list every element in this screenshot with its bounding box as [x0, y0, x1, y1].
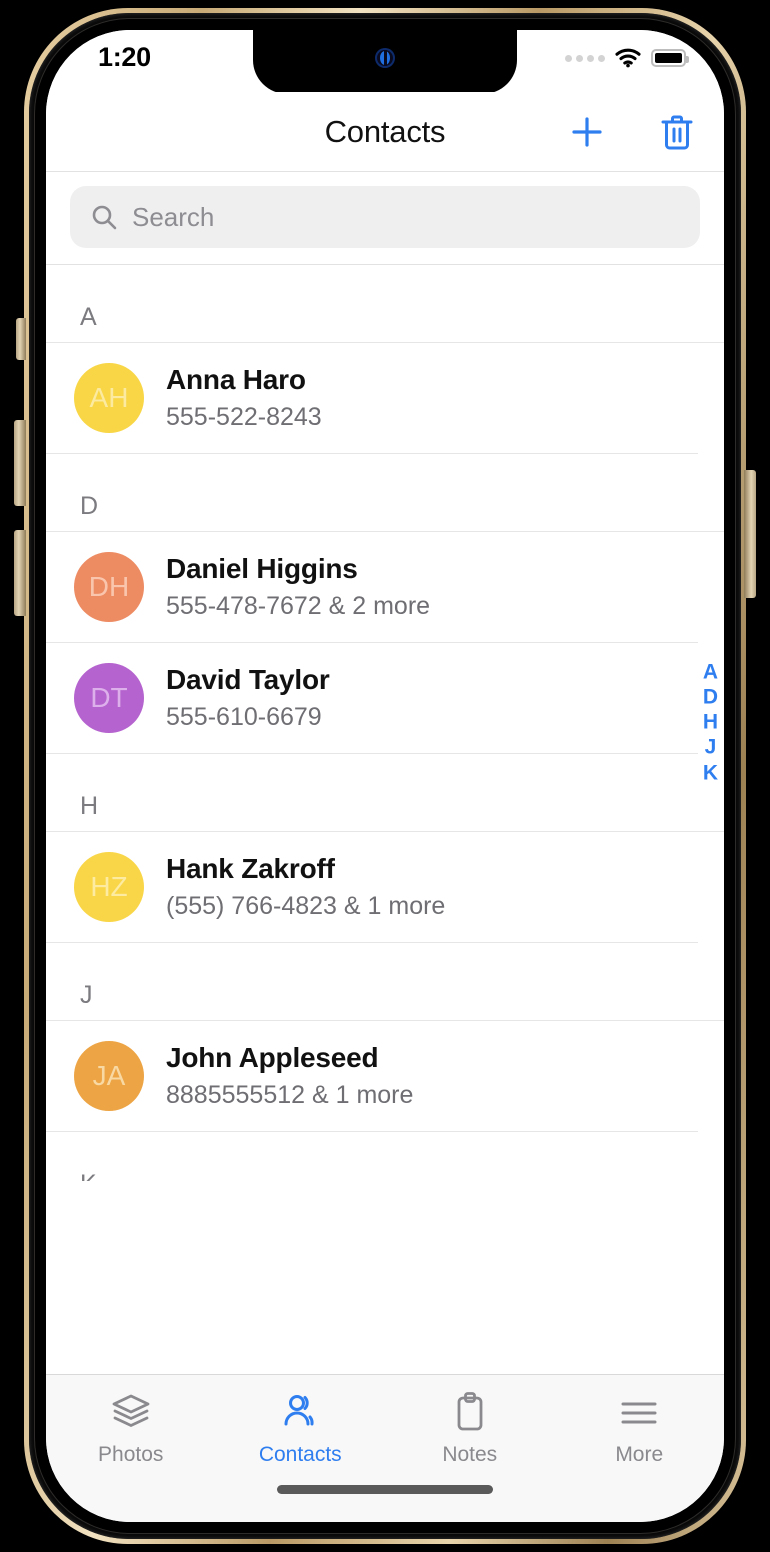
- clipboard-icon: [450, 1389, 490, 1435]
- contacts-icon: [278, 1389, 322, 1435]
- volume-down-button[interactable]: [14, 530, 26, 616]
- battery-icon: [651, 49, 689, 67]
- tab-label: Photos: [98, 1443, 164, 1466]
- search-icon: [92, 205, 117, 230]
- alpha-index-letter[interactable]: J: [705, 736, 717, 760]
- tab-bar: Photos Contacts Notes More: [46, 1374, 724, 1522]
- signal-dots-icon: [565, 54, 605, 62]
- search-container: Search: [46, 172, 724, 265]
- alpha-index-letter[interactable]: K: [703, 761, 718, 785]
- wifi-icon: [615, 48, 641, 68]
- search-placeholder: Search: [132, 201, 215, 232]
- silence-switch-button[interactable]: [16, 318, 26, 360]
- contact-detail: 555-478-7672 & 2 more: [166, 592, 431, 620]
- status-bar-time: 1:20: [98, 42, 151, 72]
- tab-label: More: [615, 1443, 664, 1466]
- section-header: H: [46, 754, 724, 832]
- avatar: AH: [74, 363, 144, 433]
- contact-row[interactable]: AH Anna Haro 555-522-8243: [46, 343, 698, 454]
- power-button[interactable]: [744, 470, 756, 598]
- contact-detail: 555-522-8243: [166, 403, 322, 431]
- status-bar: 1:20: [46, 30, 724, 94]
- contact-row[interactable]: DT David Taylor 555-610-6679: [46, 643, 698, 754]
- camera-active-indicator-icon: [375, 48, 395, 68]
- contact-row[interactable]: DH Daniel Higgins 555-478-7672 & 2 more: [46, 532, 698, 643]
- contact-name: Anna Haro: [166, 364, 306, 395]
- page-title: Contacts: [324, 113, 446, 149]
- section-header: A: [46, 265, 724, 343]
- add-contact-button[interactable]: [566, 111, 608, 153]
- section-header: D: [46, 454, 724, 532]
- contact-detail: 555-610-6679: [166, 703, 322, 731]
- alpha-index-letter[interactable]: A: [703, 661, 718, 685]
- section-header: J: [46, 943, 724, 1021]
- contact-detail: (555) 766-4823 & 1 more: [166, 892, 446, 920]
- contact-list[interactable]: A AH Anna Haro 555-522-8243 D DH Daniel …: [46, 265, 724, 1181]
- avatar: DH: [74, 552, 144, 622]
- tab-label: Contacts: [258, 1443, 342, 1466]
- contact-row[interactable]: JA John Appleseed 8885555512 & 1 more: [46, 1021, 698, 1132]
- dynamic-island: [253, 30, 517, 94]
- avatar: DT: [74, 663, 144, 733]
- contact-name: John Appleseed: [166, 1042, 379, 1073]
- home-indicator[interactable]: [277, 1485, 493, 1494]
- tab-contacts[interactable]: Contacts: [216, 1389, 386, 1467]
- contact-row[interactable]: HZ Hank Zakroff (555) 766-4823 & 1 more: [46, 832, 698, 943]
- contact-name: David Taylor: [166, 664, 330, 695]
- tab-notes[interactable]: Notes: [385, 1389, 555, 1467]
- avatar: HZ: [74, 852, 144, 922]
- contact-name: Hank Zakroff: [166, 853, 335, 884]
- contact-name: Daniel Higgins: [166, 553, 358, 584]
- delete-contact-button[interactable]: [656, 111, 698, 153]
- alpha-index-letter[interactable]: H: [703, 711, 718, 735]
- search-input[interactable]: Search: [70, 186, 700, 248]
- contact-detail: 8885555512 & 1 more: [166, 1081, 414, 1109]
- trash-icon: [661, 115, 693, 149]
- layers-icon: [109, 1389, 153, 1435]
- phone-screen: 1:20 Contacts Search A AH Anna Haro 555-…: [46, 30, 724, 1522]
- avatar: JA: [74, 1041, 144, 1111]
- status-bar-indicators: [565, 48, 689, 68]
- menu-icon: [617, 1389, 661, 1435]
- section-header: K: [46, 1132, 724, 1181]
- tab-photos[interactable]: Photos: [46, 1389, 216, 1467]
- tab-more[interactable]: More: [555, 1389, 725, 1467]
- nav-actions: [566, 111, 698, 153]
- tab-label: Notes: [442, 1443, 498, 1466]
- alphabet-index[interactable]: A D H J K: [703, 661, 718, 786]
- navigation-bar: Contacts: [46, 92, 724, 172]
- plus-icon: [572, 116, 602, 147]
- phone-screenshot: 1:20 Contacts Search A AH Anna Haro 555-…: [0, 0, 770, 1552]
- alpha-index-letter[interactable]: D: [703, 686, 718, 710]
- volume-up-button[interactable]: [14, 420, 26, 506]
